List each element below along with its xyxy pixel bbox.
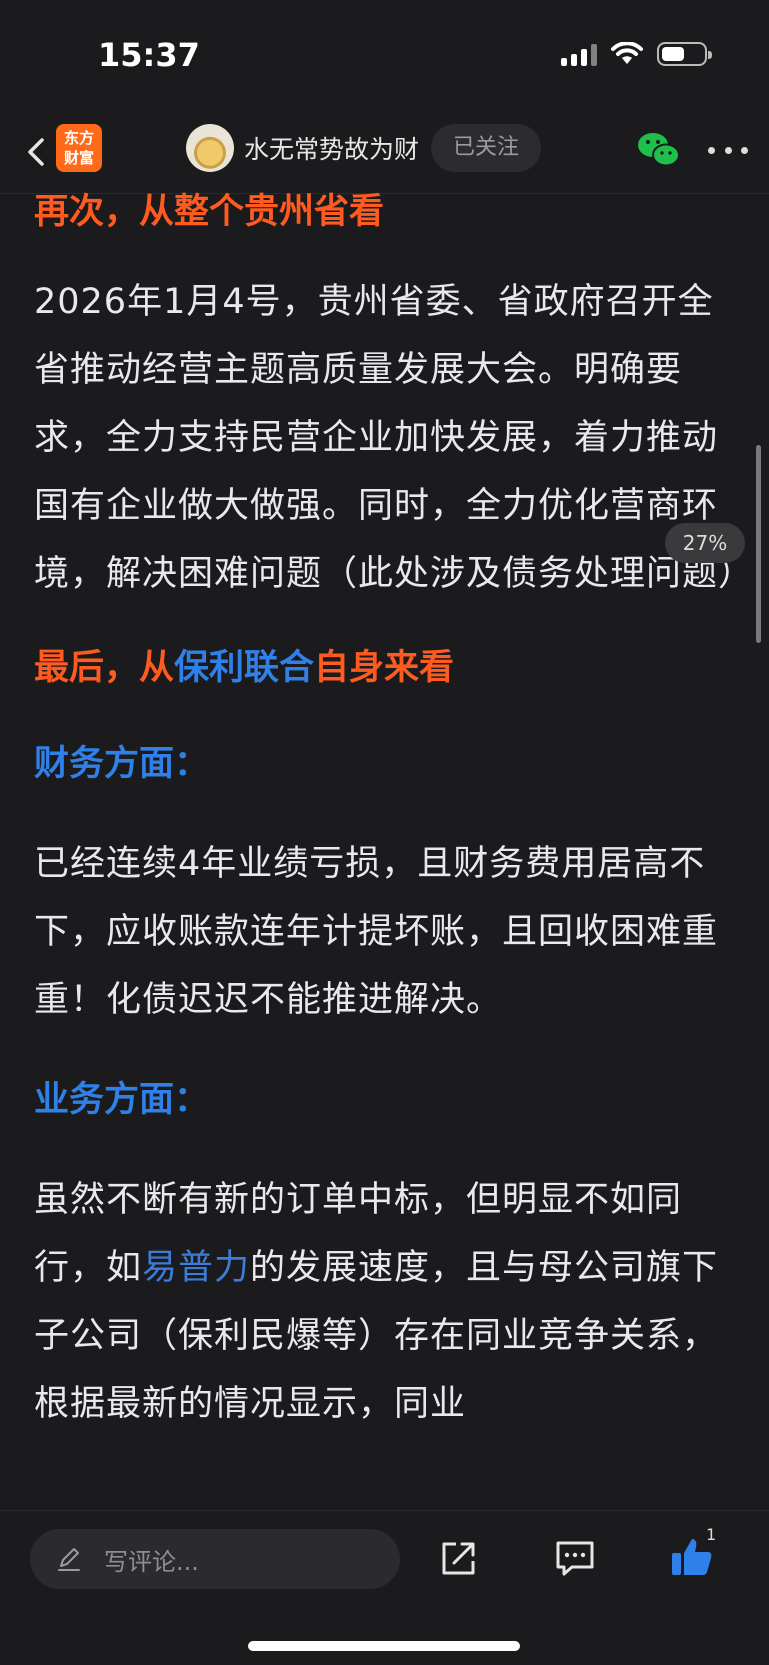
comment-placeholder: 写评论... bbox=[104, 1547, 199, 1576]
business-paragraph: 虽然不断有新的订单中标，但明显不如同行，如易普力的发展速度，且与母公司旗下子公司… bbox=[34, 1166, 739, 1438]
app-logo: 东方 财富 bbox=[56, 124, 102, 172]
heading-poly-suffix: 自身来看 bbox=[314, 648, 455, 688]
pencil-icon bbox=[58, 1548, 80, 1571]
status-bar: 15:37 bbox=[0, 0, 769, 110]
author-name[interactable]: 水无常势故为财 bbox=[244, 130, 419, 166]
stock-link-yipuli[interactable]: 易普力 bbox=[142, 1248, 250, 1288]
back-chevron-icon[interactable] bbox=[18, 128, 58, 176]
heading-poly: 最后，从保利联合自身来看 bbox=[34, 642, 739, 694]
status-icons bbox=[561, 42, 712, 66]
heading-poly-prefix: 最后，从 bbox=[34, 648, 175, 688]
home-indicator bbox=[248, 1641, 520, 1651]
bottom-action-bar: 写评论... 1 bbox=[0, 1510, 769, 1665]
reading-progress-badge: 27% bbox=[665, 523, 745, 563]
business-heading: 业务方面： bbox=[34, 1080, 210, 1120]
wifi-icon bbox=[611, 42, 643, 64]
finance-paragraph: 已经连续4年业绩亏损，且财务费用居高不下，应收账款连年计提坏账，且回收困难重重！… bbox=[34, 844, 719, 1020]
more-icon[interactable] bbox=[708, 132, 748, 168]
finance-heading: 财务方面： bbox=[34, 744, 210, 784]
wechat-icon[interactable] bbox=[636, 130, 682, 170]
signal-icon bbox=[561, 42, 597, 66]
comment-icon[interactable] bbox=[554, 1539, 596, 1579]
author-info[interactable]: 水无常势故为财 已关注 bbox=[186, 124, 542, 172]
article-nav-bar: 东方 财富 水无常势故为财 已关注 bbox=[0, 110, 769, 194]
status-time: 15:37 bbox=[98, 36, 200, 74]
battery-icon bbox=[657, 42, 712, 66]
heading-guizhou: 再次，从整个贵州省看 bbox=[34, 192, 385, 232]
comment-input[interactable]: 写评论... bbox=[30, 1529, 400, 1589]
scrollbar[interactable] bbox=[756, 445, 761, 643]
like-count: 1 bbox=[706, 1525, 717, 1544]
author-avatar[interactable] bbox=[186, 124, 234, 172]
paragraph-guizhou: 2026年1月4号，贵州省委、省政府召开全省推动经营主题高质量发展大会。明确要求… bbox=[34, 282, 755, 594]
follow-button[interactable]: 已关注 bbox=[431, 124, 542, 172]
article-body: 再次，从整个贵州省看 2026年1月4号，贵州省委、省政府召开全省推动经营主题高… bbox=[34, 192, 755, 1438]
stock-link-poly[interactable]: 保利联合 bbox=[174, 648, 314, 688]
share-icon[interactable] bbox=[438, 1539, 478, 1579]
